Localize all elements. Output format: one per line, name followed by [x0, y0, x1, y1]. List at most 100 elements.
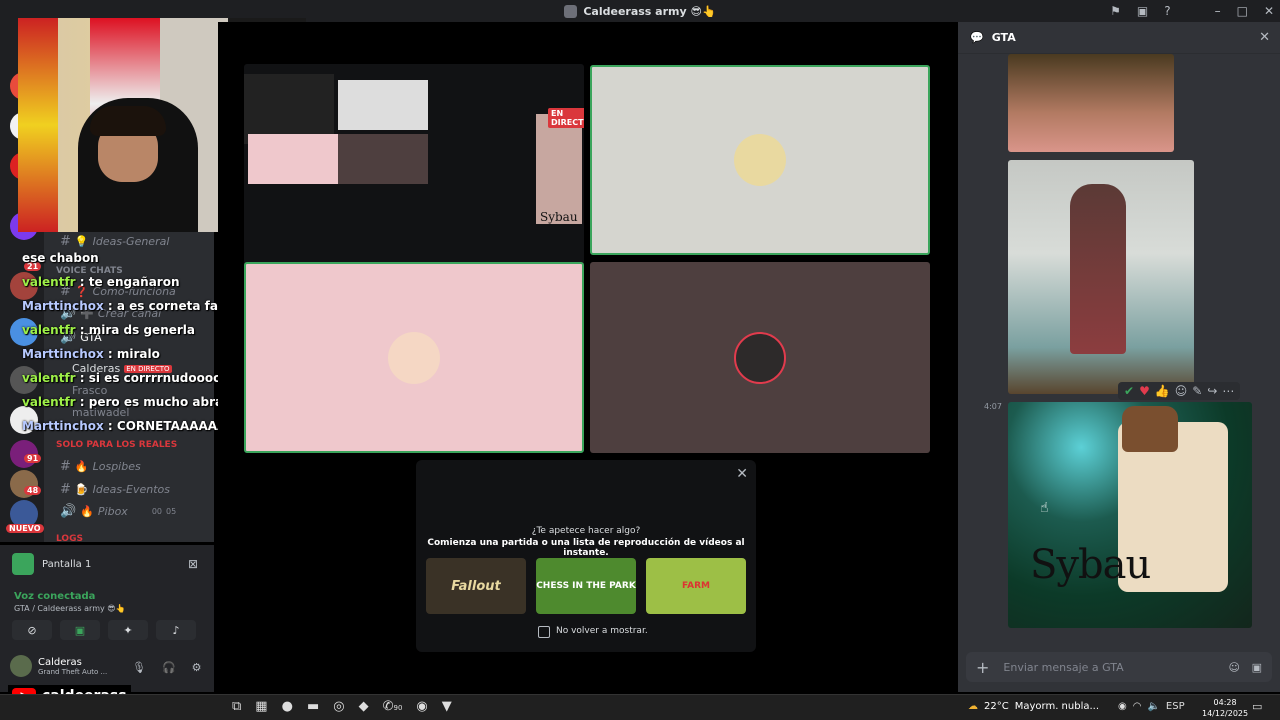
image-caption: Sybau — [1030, 542, 1151, 588]
inbox-icon[interactable]: ▣ — [1137, 4, 1148, 18]
weather-widget[interactable]: ☁ 22°C Mayorm. nubla... — [968, 701, 1099, 712]
voice-location: GTA / Caldeerass army 😎👆 — [14, 604, 126, 613]
headphones-icon[interactable]: 🎧 — [162, 661, 176, 674]
participant-tile[interactable] — [590, 262, 930, 453]
flag-icon[interactable]: ⚑ — [1110, 4, 1121, 18]
category-logs[interactable]: LOGS — [56, 534, 83, 544]
chat-header: 💬 GTA ✕ — [958, 22, 1280, 54]
participant-tile[interactable] — [244, 262, 584, 453]
activity-subprompt: Comienza una partida o una lista de repr… — [427, 538, 745, 558]
chrome-icon[interactable]: ◎ — [333, 699, 344, 714]
close-icon[interactable]: ✕ — [736, 466, 748, 482]
system-tray: ◉ ◠ 🔈 ESP — [1118, 701, 1185, 712]
cursor-icon: ☝ — [1040, 500, 1049, 516]
voice-connected: Voz conectada GTA / Caldeerass army 😎👆 — [14, 591, 126, 613]
user-status: Grand Theft Auto ... — [38, 667, 108, 676]
window-title-text: Caldeerass army 😎👆 — [583, 4, 716, 18]
gear-icon[interactable]: ⚙ — [192, 661, 202, 674]
username: Calderas — [38, 656, 82, 668]
reaction-bar: ✔ ♥ 👍 ☺ ✎ ↪ ⋯ — [1118, 382, 1241, 400]
text-chat-panel: 💬 GTA ✕ ✔ ♥ 👍 ☺ ✎ ↪ ⋯ 4:07 Sybau + Envia… — [958, 22, 1280, 692]
task-view-icon[interactable]: ⧉ — [232, 699, 241, 714]
voice-stage: EN DIRECTO Sybau ✕ ¿Te apetece hacer alg… — [218, 22, 954, 692]
screen-share-status: Pantalla 1 ⊠ — [12, 553, 198, 575]
channel-lospibes[interactable]: # 🔥 Lospibes — [60, 459, 141, 474]
gif-icon[interactable]: ▣ — [1252, 661, 1262, 674]
close-icon[interactable]: ✕ — [1259, 30, 1270, 45]
chat-title: GTA — [991, 31, 1016, 44]
game-fallout[interactable]: Fallout — [426, 558, 526, 614]
emoji-icon[interactable]: ☺ — [1229, 661, 1240, 674]
volume-icon[interactable]: 🔈 — [1147, 701, 1159, 712]
brave-icon[interactable]: ◆ — [359, 699, 369, 714]
game-chess-in-the-park[interactable]: CHESS IN THE PARK — [536, 558, 636, 614]
whatsapp-icon[interactable]: ✆90 — [383, 699, 403, 714]
message-input[interactable]: + Enviar mensaje a GTA ☺ ▣ — [966, 652, 1272, 682]
category-solo-para-los-reales[interactable]: SOLO PARA LOS REALES — [56, 440, 177, 450]
channel-pibox[interactable]: 🔊 🔥 Pibox 00 05 — [60, 504, 176, 519]
activities-button[interactable]: ✦ — [108, 620, 148, 640]
channel-ideas-eventos[interactable]: # 🍺 Ideas-Eventos — [60, 482, 170, 497]
more-icon[interactable]: ⋯ — [1222, 384, 1234, 398]
mic-icon[interactable]: 🎙 — [132, 661, 146, 674]
new-badge: NUEVO — [6, 524, 44, 533]
screen-icon — [12, 553, 34, 575]
folder-icon[interactable]: ▬ — [307, 699, 319, 714]
activity-prompt: ¿Te apetece hacer algo? — [531, 526, 641, 536]
avatar — [734, 331, 786, 384]
store-icon[interactable]: ▦ — [255, 699, 267, 714]
notification-icon[interactable]: ▭ — [1252, 700, 1262, 713]
weather-text: Mayorm. nubla... — [1014, 701, 1100, 712]
weather-icon: ☁ — [968, 701, 978, 712]
taskbar: ⧉ ▦ ● ▬ ◎ ◆ ✆90 ◉ ▼ ☁ 22°C Mayorm. nubla… — [0, 694, 1280, 720]
discord-icon[interactable]: ◉ — [416, 699, 427, 714]
close-icon[interactable]: ✕ — [1264, 4, 1274, 18]
add-reaction-icon[interactable]: ☺ — [1175, 384, 1188, 398]
plus-icon[interactable]: + — [966, 658, 1003, 677]
app-icon[interactable]: ● — [282, 699, 293, 714]
voice-buttons: ⊘ ▣ ✦ ♪ — [12, 620, 196, 640]
avatar — [10, 655, 32, 677]
user-panel[interactable]: Calderas Grand Theft Auto ... — [10, 655, 107, 677]
live-badge: EN DIRECTO — [548, 108, 584, 128]
activity-popup: ✕ ¿Te apetece hacer algo? Comienza una p… — [416, 460, 756, 652]
participant-tile[interactable] — [590, 65, 930, 255]
screen-label: Pantalla 1 — [42, 558, 92, 570]
screen-share-tile[interactable]: EN DIRECTO Sybau — [244, 64, 584, 276]
camera-off-button[interactable]: ⊘ — [12, 620, 52, 640]
stop-share-icon[interactable]: ⊠ — [188, 557, 198, 571]
wifi-icon[interactable]: ◠ — [1133, 701, 1142, 712]
image-attachment[interactable] — [1008, 54, 1174, 152]
unread-badge: 48 — [24, 486, 42, 495]
lang-indicator[interactable]: ESP — [1166, 701, 1185, 712]
game-farm[interactable]: FARM — [646, 558, 746, 614]
screen-share-button[interactable]: ▣ — [60, 620, 100, 640]
image-attachment[interactable] — [1008, 160, 1194, 394]
window-title: Caldeerass army 😎👆 — [564, 4, 716, 18]
soundboard-button[interactable]: ♪ — [156, 620, 196, 640]
edit-icon[interactable]: ✎ — [1192, 384, 1202, 398]
voice-panel: Pantalla 1 ⊠ Voz conectada GTA / Caldeer… — [0, 545, 214, 692]
avatar — [734, 134, 786, 186]
nvidia-icon[interactable]: ▼ — [442, 699, 452, 714]
message-timestamp: 4:07 — [984, 402, 1002, 411]
forward-icon[interactable]: ↪ — [1207, 384, 1217, 398]
avatar — [388, 331, 440, 384]
dont-show-checkbox[interactable] — [538, 626, 550, 638]
dont-show-label: No volver a mostrar. — [556, 626, 648, 636]
weather-temp: 22°C — [984, 701, 1009, 712]
user-controls: 🎙 🎧 ⚙ — [132, 661, 202, 674]
clock[interactable]: 04:28 14/12/2025 — [1202, 697, 1248, 719]
heart-reaction-icon[interactable]: ♥ — [1139, 384, 1150, 398]
thumbs-up-icon[interactable]: 👍 — [1155, 384, 1170, 398]
unread-badge: 91 — [24, 454, 42, 463]
tray-icon[interactable]: ◉ — [1118, 701, 1127, 712]
minimize-icon[interactable]: – — [1215, 4, 1221, 18]
chat-bubble-icon: 💬 — [970, 31, 984, 44]
check-reaction-icon[interactable]: ✔ — [1124, 384, 1134, 398]
help-icon[interactable]: ? — [1164, 4, 1170, 18]
title-bar-controls: ⚑ ▣ ? – □ ✕ — [1110, 0, 1274, 22]
server-icon — [564, 4, 578, 18]
maximize-icon[interactable]: □ — [1237, 4, 1248, 18]
share-text: Sybau — [540, 210, 578, 224]
